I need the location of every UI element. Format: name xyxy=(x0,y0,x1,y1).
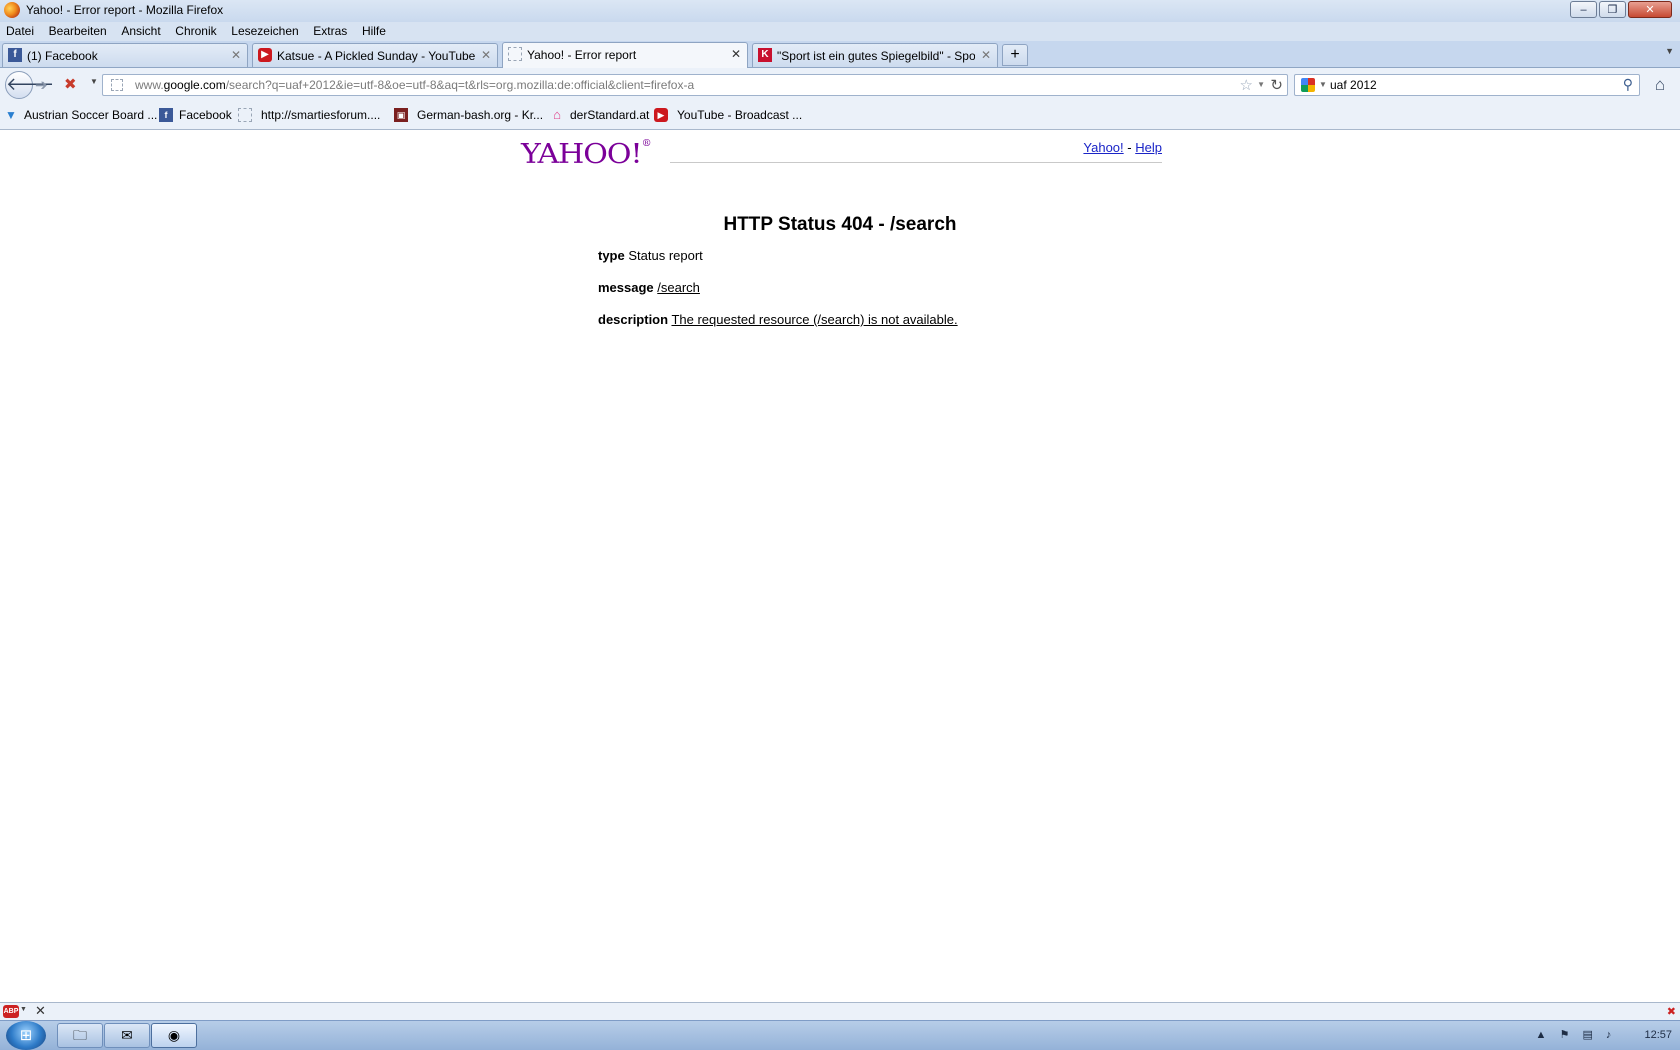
window-controls: ‒ ❐ ✕ xyxy=(1570,1,1672,18)
derstandard-icon: ⌂ xyxy=(553,107,561,122)
close-addon-bar-icon[interactable]: ✕ xyxy=(35,1003,46,1019)
forward-button[interactable]: ➔ xyxy=(35,76,48,94)
menu-extras[interactable]: Extras xyxy=(313,22,347,41)
type-label: type xyxy=(598,248,625,263)
kurier-icon: K xyxy=(758,48,772,62)
tray-expand-icon[interactable]: ▲ xyxy=(1536,1029,1547,1041)
back-button[interactable]: 🡐 xyxy=(5,71,54,99)
bookmark-star-icon[interactable]: ☆ xyxy=(1240,76,1253,94)
menu-datei[interactable]: Datei xyxy=(6,22,34,41)
window-title: Yahoo! - Error report - Mozilla Firefox xyxy=(26,3,224,17)
resize-grip-icon[interactable]: ✖ xyxy=(1667,1005,1676,1018)
tab-yahoo-error[interactable]: Yahoo! - Error report ✕ xyxy=(502,42,748,68)
youtube-icon: ▶ xyxy=(654,108,668,122)
search-bar[interactable]: ▼ uaf 2012 ⚲ xyxy=(1294,74,1640,96)
menu-ansicht[interactable]: Ansicht xyxy=(121,22,160,41)
bookmark-derstandard[interactable]: derStandard.at xyxy=(570,108,649,122)
network-icon[interactable]: ▤ xyxy=(1582,1029,1592,1041)
facebook-icon: f xyxy=(8,48,22,62)
firefox-icon[interactable]: ◉ xyxy=(151,1023,197,1048)
restore-button[interactable]: ❐ xyxy=(1599,1,1626,18)
blank-page-icon xyxy=(508,47,522,61)
site-identity-icon[interactable] xyxy=(111,79,123,91)
stop-icon[interactable]: ✖ xyxy=(64,75,77,93)
german-bash-icon: ▣ xyxy=(394,108,408,122)
bookmark-german-bash[interactable]: German-bash.org - Kr... xyxy=(417,108,543,122)
tab-close-icon[interactable]: ✕ xyxy=(231,44,241,66)
page-title: HTTP Status 404 - /search xyxy=(723,214,957,235)
url-history-dropdown-icon[interactable]: ▼ xyxy=(1257,80,1265,89)
menu-lesezeichen[interactable]: Lesezeichen xyxy=(231,22,298,41)
tab-label: Yahoo! - Error report xyxy=(527,48,637,62)
description-value: The requested resource (/search) is not … xyxy=(671,312,958,327)
bookmark-facebook[interactable]: Facebook xyxy=(179,108,232,122)
home-icon[interactable]: ⌂ xyxy=(1646,73,1674,97)
tab-youtube[interactable]: ▶ Katsue - A Pickled Sunday - YouTube ✕ xyxy=(252,43,498,67)
addon-bar: ABP ▼ ✕ ✖ xyxy=(0,1002,1680,1020)
message-row: message /search xyxy=(598,280,700,295)
tab-label: "Sport ist ein gutes Spiegelbild" - Spo.… xyxy=(777,49,975,63)
tab-facebook[interactable]: f (1) Facebook ✕ xyxy=(2,43,248,67)
action-center-flag-icon[interactable]: ⚑ xyxy=(1560,1029,1570,1041)
menu-chronik[interactable]: Chronik xyxy=(175,22,216,41)
google-icon[interactable] xyxy=(1301,78,1315,92)
adblock-dropdown-icon[interactable]: ▼ xyxy=(20,1006,27,1013)
bookmark-smartiesforum[interactable]: http://smartiesforum.... xyxy=(261,108,380,122)
close-window-button[interactable]: ✕ xyxy=(1628,1,1672,18)
tab-close-icon[interactable]: ✕ xyxy=(731,43,741,65)
clock[interactable]: 12:57 xyxy=(1644,1029,1672,1041)
windows-taskbar: ⊞ 🗀 ✉ ◉ ▲ ⚑ ▤ ♪ 12:57 xyxy=(0,1020,1680,1050)
tab-label: Katsue - A Pickled Sunday - YouTube xyxy=(277,49,475,63)
blank-page-icon xyxy=(238,108,252,122)
menu-bar: Datei Bearbeiten Ansicht Chronik Lesezei… xyxy=(0,22,1680,41)
url-text[interactable]: www.google.com/search?q=uaf+2012&ie=utf-… xyxy=(135,78,694,92)
tab-close-icon[interactable]: ✕ xyxy=(481,44,491,66)
url-bar[interactable]: www.google.com/search?q=uaf+2012&ie=utf-… xyxy=(102,74,1288,96)
tab-label: (1) Facebook xyxy=(27,49,98,63)
type-value: Status report xyxy=(628,248,703,263)
search-input[interactable]: uaf 2012 xyxy=(1330,78,1377,92)
history-dropdown-icon[interactable]: ▼ xyxy=(90,77,98,86)
description-row: description The requested resource (/sea… xyxy=(598,312,958,327)
page-content: YAHOO!® Yahoo! - Help HTTP Status 404 - … xyxy=(0,130,1680,1002)
tab-bar: f (1) Facebook ✕ ▶ Katsue - A Pickled Su… xyxy=(0,41,1680,68)
menu-hilfe[interactable]: Hilfe xyxy=(362,22,386,41)
thunderbird-icon[interactable]: ✉ xyxy=(104,1023,150,1048)
facebook-icon: f xyxy=(159,108,173,122)
link-separator: - xyxy=(1127,140,1132,155)
search-icon[interactable]: ⚲ xyxy=(1623,76,1633,93)
type-row: type Status report xyxy=(598,248,703,263)
system-tray: ▲ ⚑ ▤ ♪ 12:57 xyxy=(1526,1028,1672,1041)
bookmarks-toolbar: ▼ Austrian Soccer Board ... f Facebook h… xyxy=(0,102,1680,130)
youtube-icon: ▶ xyxy=(258,48,272,62)
help-link[interactable]: Help xyxy=(1135,140,1162,155)
message-label: message xyxy=(598,280,654,295)
firefox-icon xyxy=(4,2,20,18)
new-tab-button[interactable]: + xyxy=(1002,44,1028,66)
tab-list-dropdown-icon[interactable]: ▼ xyxy=(1665,46,1674,56)
minimize-button[interactable]: ‒ xyxy=(1570,1,1597,18)
adblock-plus-icon[interactable]: ABP xyxy=(3,1005,19,1018)
explorer-icon[interactable]: 🗀 xyxy=(57,1023,103,1048)
window-titlebar: Yahoo! - Error report - Mozilla Firefox … xyxy=(0,0,1680,22)
volume-icon[interactable]: ♪ xyxy=(1606,1029,1612,1041)
bookmark-asb[interactable]: Austrian Soccer Board ... xyxy=(24,108,157,122)
tab-close-icon[interactable]: ✕ xyxy=(981,44,991,66)
navigation-toolbar: 🡐 ➔ ✖ ▼ www.google.com/search?q=uaf+2012… xyxy=(0,68,1680,102)
header-divider xyxy=(670,162,1162,163)
tab-kurier-sport[interactable]: K "Sport ist ein gutes Spiegelbild" - Sp… xyxy=(752,43,998,67)
bookmark-youtube-broadcast[interactable]: YouTube - Broadcast ... xyxy=(677,108,802,122)
search-engine-dropdown-icon[interactable]: ▼ xyxy=(1319,80,1327,89)
reload-icon[interactable]: ↻ xyxy=(1270,76,1283,94)
yahoo-link[interactable]: Yahoo! xyxy=(1083,140,1123,155)
message-value: /search xyxy=(657,280,700,295)
asb-icon: ▼ xyxy=(5,108,17,122)
menu-bearbeiten[interactable]: Bearbeiten xyxy=(49,22,107,41)
start-button[interactable]: ⊞ xyxy=(6,1021,46,1050)
header-links: Yahoo! - Help xyxy=(1083,140,1162,155)
yahoo-logo[interactable]: YAHOO!® xyxy=(521,139,652,171)
description-label: description xyxy=(598,312,669,327)
